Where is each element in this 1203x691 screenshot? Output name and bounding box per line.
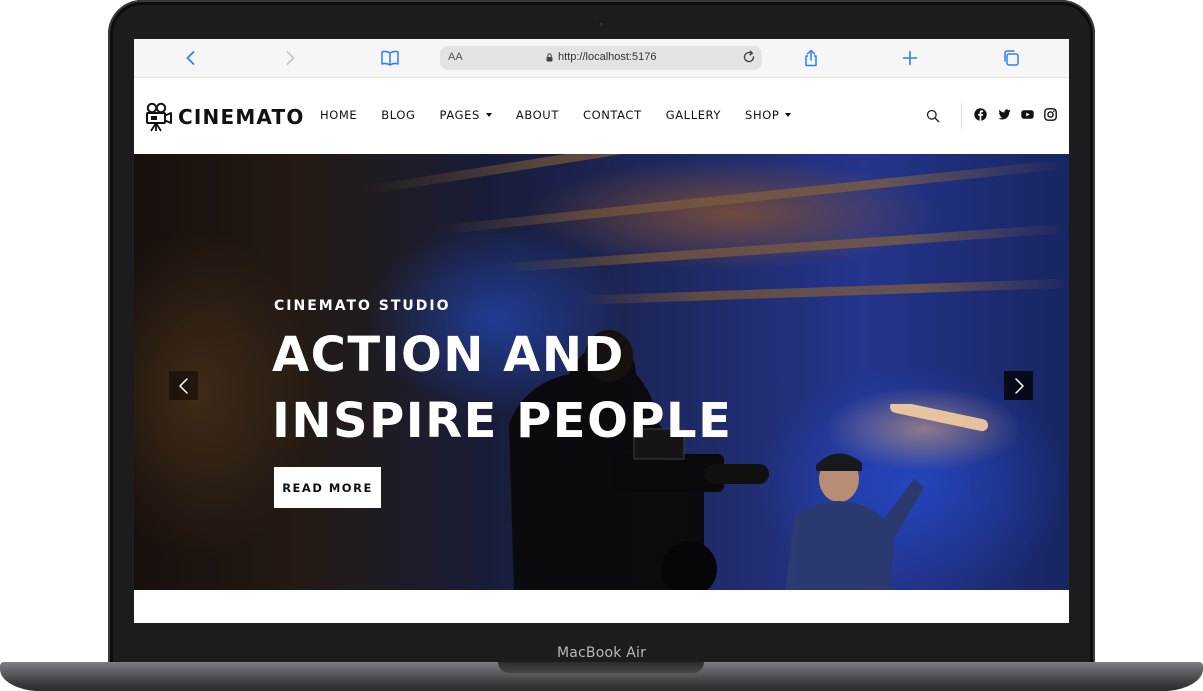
hero-slider: CINEMATO STUDIO ACTION AND INSPIRE PEOPL… [134,154,1069,590]
reload-icon[interactable] [742,50,756,67]
nav-item-home[interactable]: HOME [320,108,357,122]
hero-subtitle: CINEMATO STUDIO [274,298,451,314]
nav-item-gallery[interactable]: GALLERY [666,108,721,122]
back-icon[interactable] [182,49,200,67]
brand-name: CINEMATO [178,105,305,129]
tabs-overview-icon[interactable] [1002,49,1020,67]
hero-title: ACTION AND INSPIRE PEOPLE [272,322,732,454]
nav-item-blog[interactable]: BLOG [381,108,415,122]
site-header: CINEMATO HOME BLOG PAGES ABOUT CONTACT G… [134,78,1069,154]
new-tab-icon[interactable] [901,49,919,67]
lock-icon [546,53,553,62]
nav-item-pages[interactable]: PAGES [440,108,492,122]
forward-icon[interactable] [281,49,299,67]
youtube-icon[interactable] [1021,108,1034,121]
laptop-hinge-notch [498,662,704,673]
address-bar[interactable]: AA http://localhost:5176 [440,46,762,70]
share-icon[interactable] [802,49,820,67]
main-nav: HOME BLOG PAGES ABOUT CONTACT GALLERY SH… [320,108,815,122]
browser-toolbar: AA http://localhost:5176 [134,39,1069,78]
nav-item-about[interactable]: ABOUT [516,108,559,122]
url-text: http://localhost:5176 [558,51,657,63]
bookmarks-icon[interactable] [380,49,399,67]
search-icon[interactable] [926,109,940,123]
webcam [598,21,605,28]
film-camera-icon [146,102,172,132]
slider-next-button[interactable] [1004,371,1033,400]
caret-down-icon [785,113,792,117]
read-more-button[interactable]: READ MORE [274,467,381,508]
site-logo[interactable]: CINEMATO [145,102,305,132]
caret-down-icon [485,113,492,117]
facebook-icon[interactable] [974,108,987,121]
browser-screen: AA http://localhost:5176 CINEMATO HOME B… [134,39,1069,623]
nav-item-shop[interactable]: SHOP [745,108,792,122]
text-size-button[interactable]: AA [448,51,463,63]
chevron-left-icon [178,377,188,394]
nav-item-contact[interactable]: CONTACT [583,108,642,122]
chevron-right-icon [1014,377,1024,394]
model-label: MacBook Air [556,645,647,661]
slider-prev-button[interactable] [169,371,198,400]
hero-title-line: INSPIRE PEOPLE [272,393,733,449]
instagram-icon[interactable] [1044,108,1057,121]
hero-title-line: ACTION AND [272,327,625,383]
twitter-icon[interactable] [998,108,1011,121]
header-divider [961,103,962,129]
